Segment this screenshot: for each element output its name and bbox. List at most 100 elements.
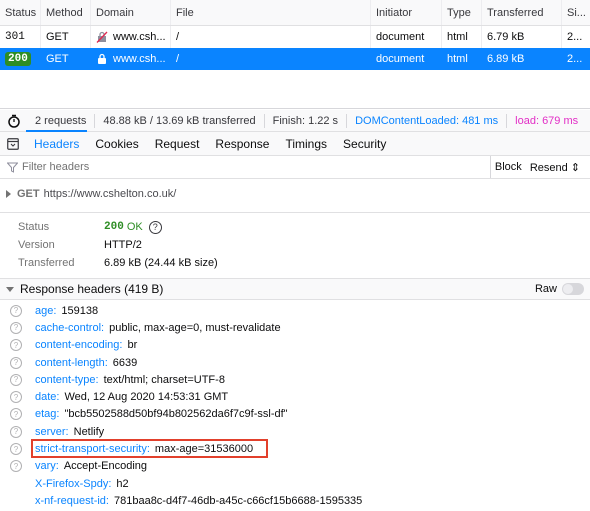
tab-security[interactable]: Security — [335, 132, 394, 155]
method: GET — [41, 26, 91, 48]
status-row: Status 200 OK ? — [18, 218, 218, 236]
header-row[interactable]: ? content-encoding: br — [0, 337, 590, 354]
help-icon[interactable]: ? — [148, 220, 162, 234]
dom-content-loaded: DOMContentLoaded: 481 ms — [347, 113, 508, 128]
transferred-label: Transferred — [18, 257, 75, 269]
version-label: Version — [18, 239, 55, 251]
help-icon[interactable]: ? — [10, 339, 22, 352]
divider — [0, 212, 590, 213]
header-value: h2 — [116, 477, 129, 490]
type: html — [442, 26, 482, 48]
response-headers-section[interactable]: Response headers (419 B) Raw — [0, 278, 590, 300]
file: / — [171, 26, 371, 48]
header-value: Accept-Encoding — [63, 460, 148, 473]
header-name: content-length: — [35, 356, 108, 369]
panel-icon — [7, 137, 19, 150]
request-method: GET — [17, 188, 40, 200]
transferred: 6.79 kB — [482, 26, 562, 48]
header-row[interactable]: ? content-length: 6639 — [0, 354, 590, 371]
domain-cell: www.csh... — [91, 26, 171, 48]
header-row-highlighted[interactable]: ? strict-transport-security: max-age=315… — [0, 439, 590, 459]
header-value: Wed, 12 Aug 2020 14:53:31 GMT — [64, 391, 229, 404]
tab-timings[interactable]: Timings — [277, 132, 335, 155]
help-icon[interactable]: ? — [10, 356, 22, 369]
header-value: br — [127, 339, 138, 352]
collapse-twisty-icon[interactable] — [6, 286, 14, 292]
header-name: content-encoding: — [35, 339, 123, 352]
status-code-cell: 200 — [0, 48, 41, 70]
status-text: OK — [126, 221, 143, 233]
tab-request[interactable]: Request — [147, 132, 208, 155]
request-summary: Status 200 OK ? Version HTTP/2 Transferr… — [18, 218, 218, 272]
details-tabs: Headers Cookies Request Response Timings… — [0, 130, 590, 156]
header-row[interactable]: ? age: 159138 — [0, 302, 590, 319]
status-bar: 2 requests 48.88 kB / 13.69 kB transferr… — [0, 110, 590, 132]
tab-cookies[interactable]: Cookies — [87, 132, 146, 155]
header-row[interactable]: ? X-Firefox-Spdy: h2 — [0, 475, 590, 492]
column-header-domain[interactable]: Domain — [91, 0, 171, 25]
header-name: vary: — [35, 460, 59, 473]
column-header-transferred[interactable]: Transferred — [482, 0, 562, 25]
header-value: public, max-age=0, must-revalidate — [109, 321, 281, 334]
header-value: 159138 — [61, 304, 99, 317]
method: GET — [46, 53, 69, 65]
help-icon[interactable]: ? — [10, 391, 22, 404]
column-header-type[interactable]: Type — [442, 0, 482, 25]
transferred-value: 6.89 kB (24.44 kB size) — [104, 257, 218, 269]
expand-twisty-icon[interactable] — [6, 190, 11, 198]
help-icon[interactable]: ? — [10, 408, 22, 421]
request-table-header: Status Method Domain File Initiator Type… — [0, 0, 590, 26]
version-row: Version HTTP/2 — [18, 236, 218, 254]
request-list-empty-area — [0, 70, 590, 109]
column-header-status[interactable]: Status — [0, 0, 41, 25]
header-name: server: — [35, 425, 69, 438]
table-row[interactable]: 301 GET www.csh... / document html 6.79 … — [0, 26, 590, 48]
resend-button[interactable]: Resend ⇕ — [526, 156, 584, 178]
help-icon[interactable]: ? — [10, 460, 22, 473]
domain-text: www.csh... — [113, 53, 166, 65]
table-row-selected[interactable]: 200 GET www.csh... / document html 6.89 … — [0, 48, 590, 70]
help-icon[interactable]: ? — [10, 304, 22, 317]
request-url: https://www.cshelton.co.uk/ — [43, 188, 177, 200]
initiator: document — [371, 26, 442, 48]
raw-toggle[interactable] — [562, 283, 584, 295]
stopwatch-icon[interactable] — [0, 114, 27, 128]
transferred-row: Transferred 6.89 kB (24.44 kB size) — [18, 254, 218, 272]
column-header-size[interactable]: Si... — [562, 0, 590, 25]
header-row[interactable]: ? server: Netlify — [0, 423, 590, 440]
filter-headers-input[interactable] — [18, 156, 490, 178]
block-button[interactable]: Block — [489, 156, 526, 178]
status-label: Status — [18, 221, 50, 233]
header-name: etag: — [35, 408, 60, 421]
status-badge: 200 — [5, 52, 31, 66]
transferred-summary: 48.88 kB / 13.69 kB transferred — [95, 113, 265, 128]
header-row[interactable]: ? x-nf-request-id: 781baa8c-d4f7-46db-a4… — [0, 492, 590, 509]
help-icon[interactable]: ? — [10, 321, 22, 334]
domain-cell: www.csh... — [91, 48, 171, 70]
transferred: 6.89 kB — [487, 53, 525, 65]
header-row[interactable]: ? content-type: text/html; charset=UTF-8 — [0, 371, 590, 388]
header-value: 781baa8c-d4f7-46db-a45c-c66cf15b6688-159… — [113, 494, 363, 507]
request-table: Status Method Domain File Initiator Type… — [0, 0, 590, 70]
column-header-method[interactable]: Method — [41, 0, 91, 25]
tab-response[interactable]: Response — [207, 132, 277, 155]
help-icon[interactable]: ? — [10, 425, 22, 438]
request-url-summary[interactable]: GET https://www.cshelton.co.uk/ — [0, 184, 176, 204]
help-icon[interactable]: ? — [10, 373, 22, 386]
header-row[interactable]: ? cache-control: public, max-age=0, must… — [0, 319, 590, 336]
initiator: document — [376, 53, 425, 65]
toggle-panel-button[interactable] — [0, 132, 26, 155]
header-name: age: — [35, 304, 57, 317]
header-value: 6639 — [112, 356, 138, 369]
column-header-initiator[interactable]: Initiator — [371, 0, 442, 25]
size: 2... — [567, 31, 583, 43]
tab-headers[interactable]: Headers — [26, 130, 88, 155]
header-row[interactable]: ? etag: "bcb5502588d50bf94b802562da6f7c9… — [0, 406, 590, 423]
highlight-box — [31, 439, 268, 459]
response-headers-title: Response headers (419 B) — [20, 282, 164, 296]
header-row[interactable]: ? date: Wed, 12 Aug 2020 14:53:31 GMT — [0, 388, 590, 405]
finish-time: Finish: 1.22 s — [265, 113, 348, 128]
column-header-file[interactable]: File — [171, 0, 371, 25]
header-row[interactable]: ? vary: Accept-Encoding — [0, 458, 590, 475]
help-icon[interactable]: ? — [10, 443, 22, 456]
